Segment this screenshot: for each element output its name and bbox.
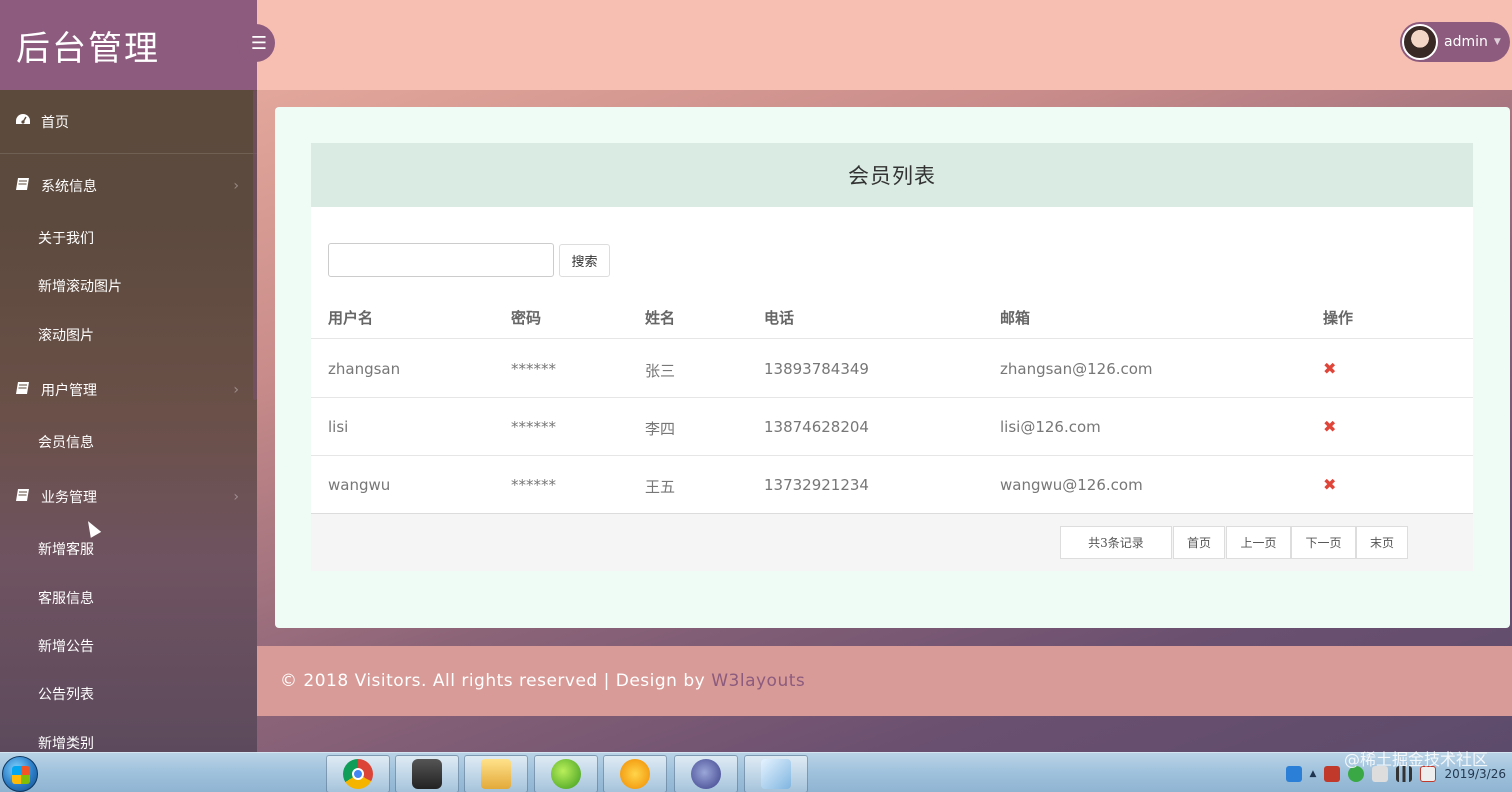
taskbar: ▲ 2019/3/26 [0, 752, 1512, 792]
sidebar-scrollbar[interactable] [253, 90, 257, 400]
sidebar-item-label: 系统信息 [41, 179, 97, 195]
cell-password: ****** [511, 476, 556, 494]
cell-password: ****** [511, 418, 556, 436]
sidebar: 后台管理 首页 系统信息 › 关于我们 新增滚动图片 滚动图片 用户管理 › 会… [0, 0, 257, 752]
cell-username: lisi [328, 418, 349, 436]
sidebar-subitem-add-slide[interactable]: 新增滚动图片 [38, 276, 122, 296]
chevron-right-icon: › [233, 489, 239, 505]
column-header: 邮箱 [1000, 309, 1031, 327]
column-header: 密码 [511, 309, 542, 327]
q-app-icon[interactable] [1285, 766, 1302, 782]
brand-title: 后台管理 [0, 0, 257, 90]
cell-username: zhangsan [328, 360, 401, 378]
sidebar-subitem-members[interactable]: 会员信息 [38, 432, 94, 452]
delete-icon[interactable]: ✖ [1323, 475, 1336, 494]
search-button[interactable]: 搜索 [559, 244, 610, 277]
footer-text: © 2018 Visitors. All rights reserved | D… [280, 671, 706, 691]
panel-title: 会员列表 [311, 143, 1473, 207]
sidebar-item-home[interactable]: 首页 [0, 108, 257, 136]
hamburger-icon: ☰ [250, 32, 268, 54]
taskbar-app-agent[interactable] [395, 755, 459, 792]
tray-expand-icon[interactable]: ▲ [1310, 769, 1317, 779]
cell-phone: 13874628204 [764, 418, 869, 436]
menu-toggle-button[interactable]: ☰ [237, 24, 275, 62]
explorer-icon [481, 759, 511, 789]
cell-password: ****** [511, 360, 556, 378]
taskbar-app-green[interactable] [534, 755, 598, 792]
taskbar-app-explorer[interactable] [464, 755, 528, 792]
chrome-icon [343, 759, 373, 789]
sidebar-subitem-add-notice[interactable]: 新增公告 [38, 636, 94, 656]
delete-icon[interactable]: ✖ [1323, 417, 1336, 436]
cell-name: 王五 [645, 478, 676, 496]
app-green-icon [551, 759, 581, 789]
topbar: admin ▼ [257, 0, 1512, 90]
cell-phone: 13893784349 [764, 360, 869, 378]
book-icon [15, 177, 33, 195]
cell-email: wangwu@126.com [1000, 476, 1143, 494]
chevron-right-icon: › [233, 178, 239, 194]
cell-name: 李四 [645, 420, 676, 438]
site-footer: © 2018 Visitors. All rights reserved | D… [257, 646, 1512, 716]
dashboard-icon [15, 113, 33, 131]
sidebar-subitem-notice-list[interactable]: 公告列表 [38, 684, 94, 704]
pagination-total: 共3条记录 [1060, 526, 1172, 559]
caret-down-icon: ▼ [1493, 37, 1501, 47]
sidebar-subitem-slides[interactable]: 滚动图片 [38, 325, 94, 345]
user-menu[interactable]: admin ▼ [1400, 22, 1510, 62]
cell-email: zhangsan@126.com [1000, 360, 1153, 378]
taskbar-app-notepad[interactable] [744, 755, 808, 792]
windows-logo-icon [12, 766, 30, 784]
sidebar-subitem-service-info[interactable]: 客服信息 [38, 588, 94, 608]
sidebar-item-business-mgmt[interactable]: 业务管理 › [0, 483, 257, 511]
column-header: 姓名 [645, 309, 676, 327]
taskbar-app-eclipse[interactable] [674, 755, 738, 792]
column-header: 操作 [1323, 309, 1354, 327]
taskbar-app-media[interactable] [603, 755, 667, 792]
member-list-panel: 会员列表 搜索 用户名 密码 姓名 电话 邮箱 操作 zhangsan ****… [311, 143, 1473, 571]
cell-phone: 13732921234 [764, 476, 869, 494]
pagination-prev-button[interactable]: 上一页 [1226, 526, 1291, 559]
column-header: 电话 [764, 309, 795, 327]
table-row: wangwu ****** 王五 13732921234 wangwu@126.… [311, 456, 1473, 514]
sidebar-item-system-info[interactable]: 系统信息 › [0, 172, 257, 200]
footer-link[interactable]: W3layouts [711, 671, 805, 691]
table-row: lisi ****** 李四 13874628204 lisi@126.com … [311, 398, 1473, 456]
sidebar-item-user-mgmt[interactable]: 用户管理 › [0, 376, 257, 404]
sidebar-item-label: 首页 [41, 115, 69, 131]
sidebar-subitem-add-category[interactable]: 新增类别 [38, 733, 94, 752]
media-player-icon [620, 759, 650, 789]
sidebar-item-label: 业务管理 [41, 490, 97, 506]
agent-icon [412, 759, 442, 789]
tray-flag-icon[interactable] [1324, 766, 1341, 782]
table-row: zhangsan ****** 张三 13893784349 zhangsan@… [311, 340, 1473, 398]
start-button[interactable] [2, 756, 38, 792]
search-input[interactable] [328, 243, 554, 277]
table-header: 用户名 密码 姓名 电话 邮箱 操作 [311, 293, 1473, 339]
sidebar-subitem-add-service[interactable]: 新增客服 [38, 539, 94, 559]
sidebar-subitem-about[interactable]: 关于我们 [38, 228, 94, 248]
delete-icon[interactable]: ✖ [1323, 359, 1336, 378]
divider [0, 153, 257, 154]
column-header: 用户名 [328, 309, 374, 327]
content-card: 会员列表 搜索 用户名 密码 姓名 电话 邮箱 操作 zhangsan ****… [275, 107, 1510, 628]
book-icon [15, 488, 33, 506]
cell-username: wangwu [328, 476, 391, 494]
taskbar-app-chrome[interactable] [326, 755, 390, 792]
book-icon [15, 381, 33, 399]
pagination-first-button[interactable]: 首页 [1173, 526, 1225, 559]
pagination-last-button[interactable]: 末页 [1356, 526, 1408, 559]
avatar [1402, 24, 1438, 60]
user-name: admin [1444, 34, 1488, 50]
pagination-next-button[interactable]: 下一页 [1291, 526, 1356, 559]
eclipse-icon [691, 759, 721, 789]
cell-name: 张三 [645, 362, 676, 380]
watermark: @稀土掘金技术社区 [1343, 750, 1488, 769]
chevron-right-icon: › [233, 382, 239, 398]
sidebar-item-label: 用户管理 [41, 383, 97, 399]
pagination-bar: 共3条记录 首页 上一页 下一页 末页 [311, 513, 1473, 571]
cell-email: lisi@126.com [1000, 418, 1101, 436]
notepad-icon [761, 759, 791, 789]
